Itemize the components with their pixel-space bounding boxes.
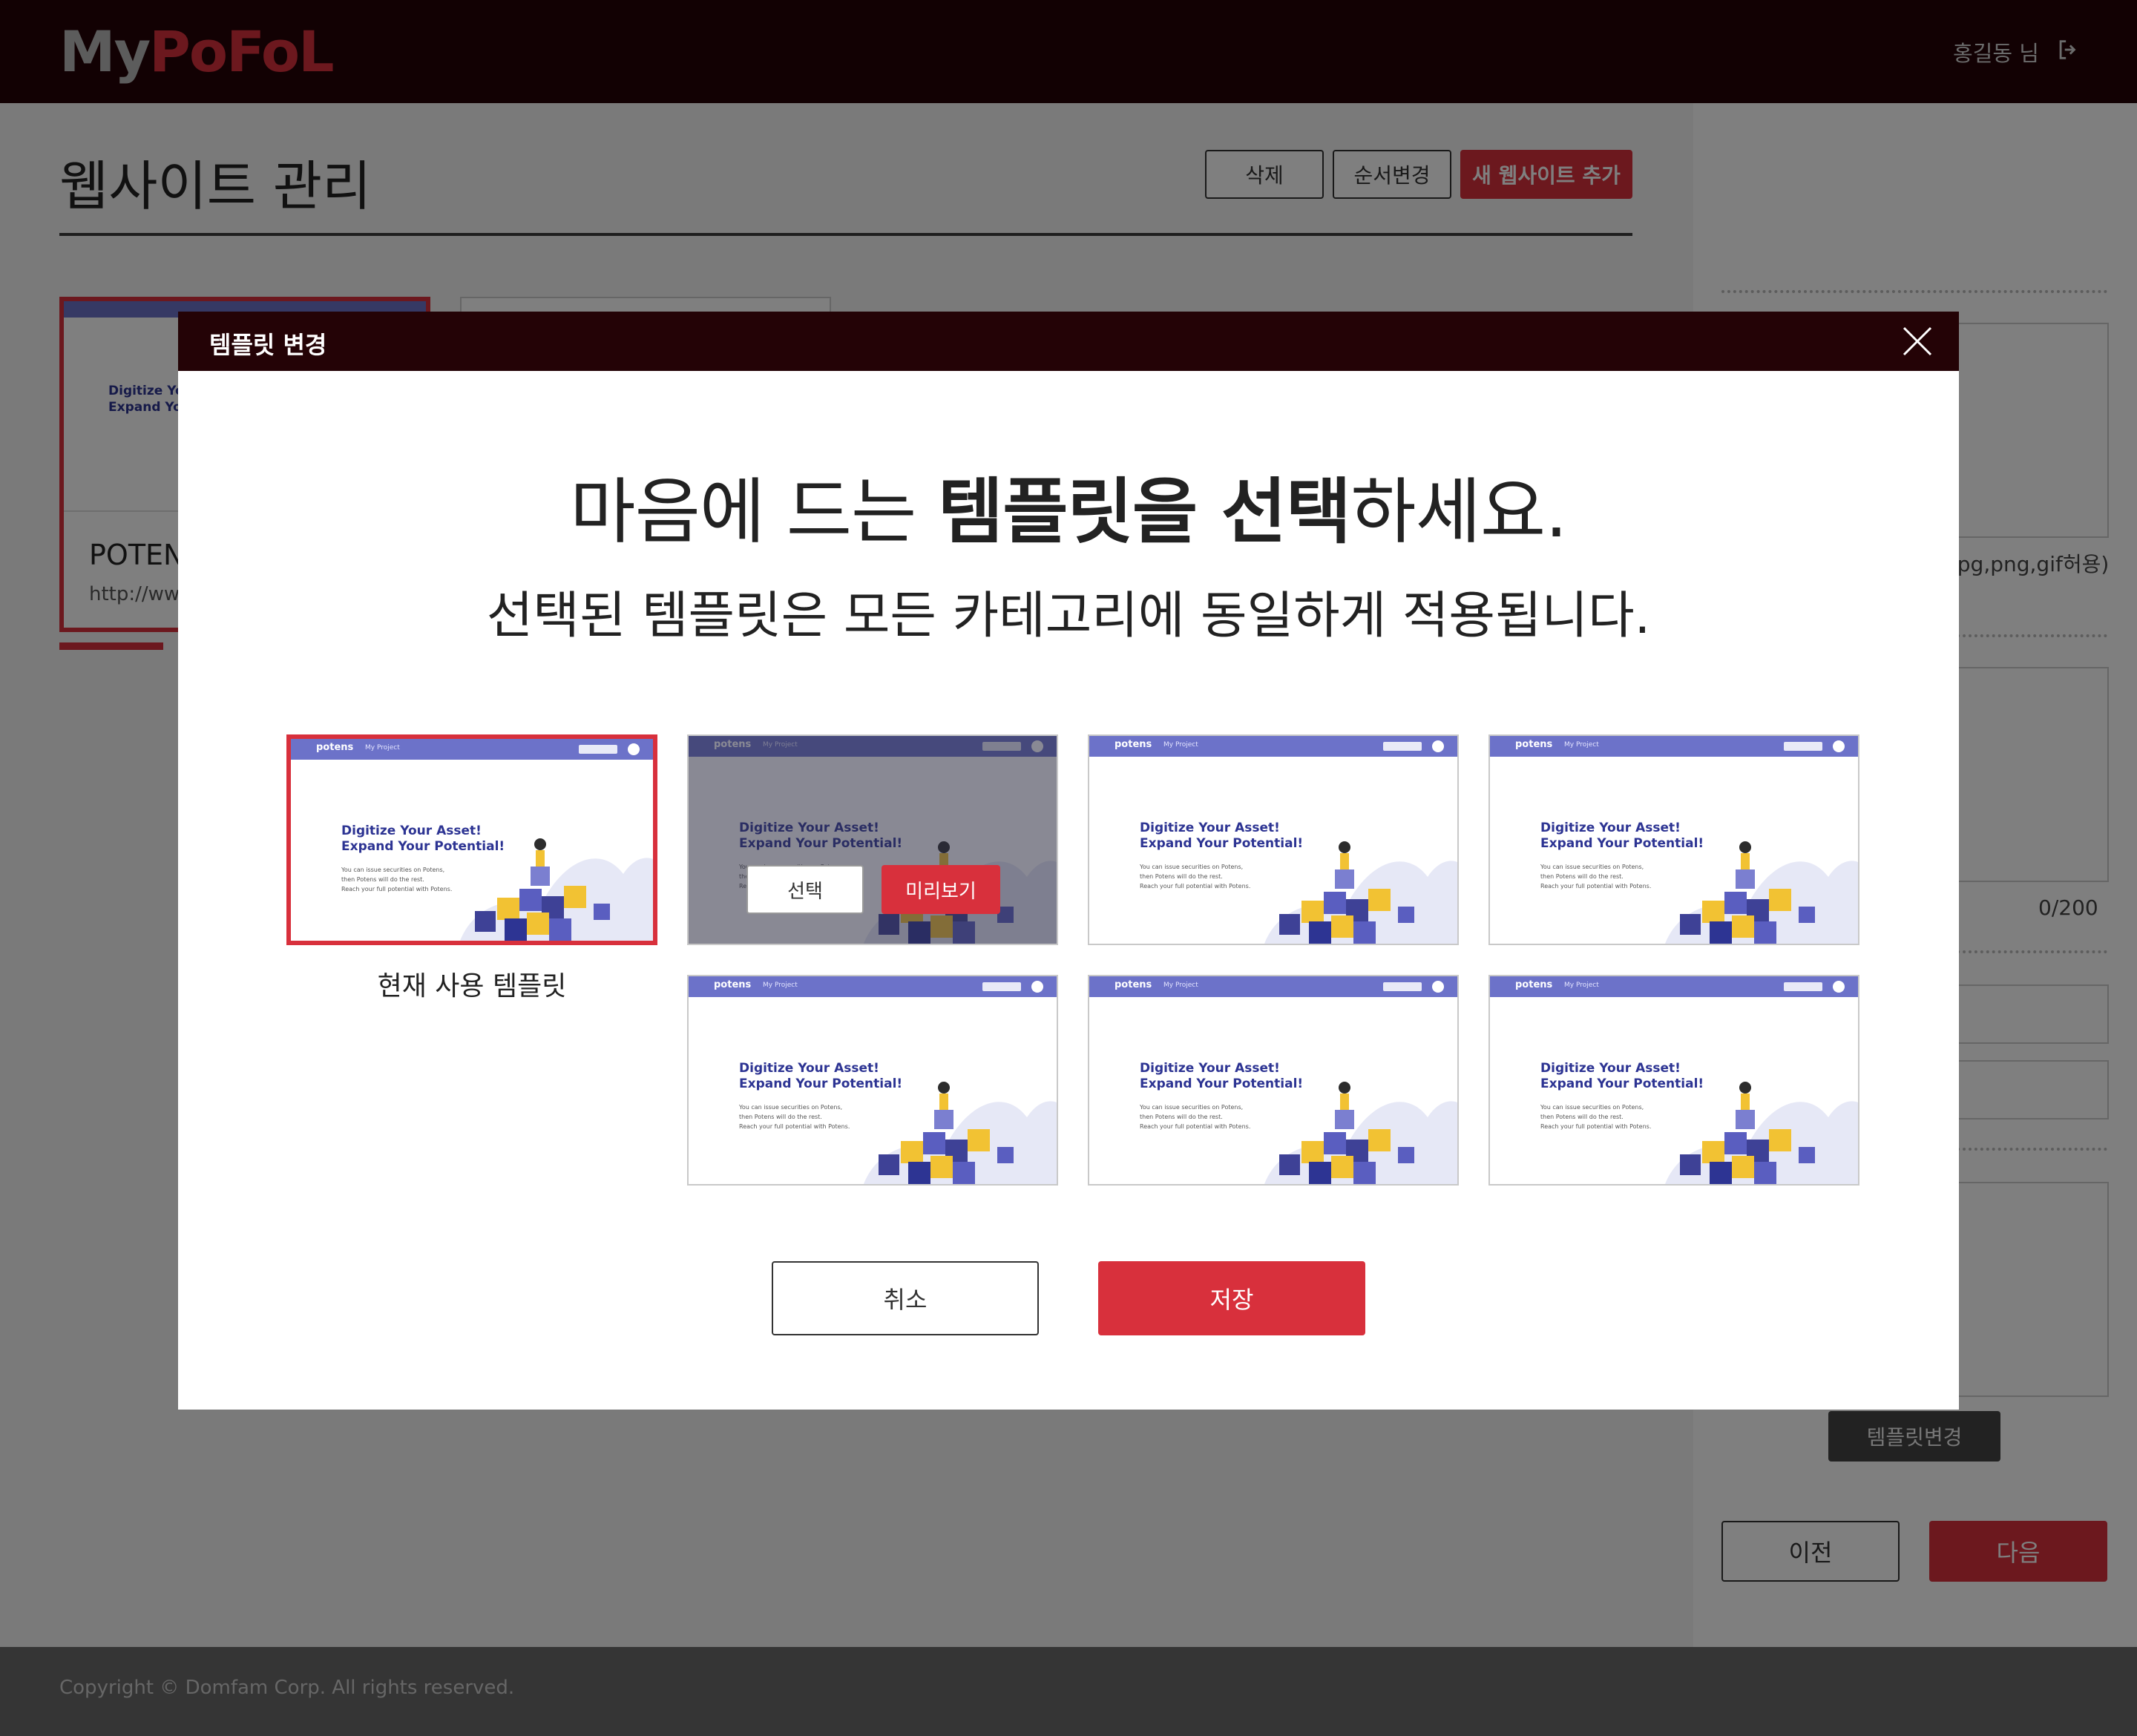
template-brand: potens [316, 742, 354, 753]
template-brand: potens [1515, 739, 1553, 750]
template-brand: potens [1115, 979, 1152, 990]
template-thumbnail[interactable]: potensMy ProjectDigitize Your Asset!Expa… [1088, 975, 1459, 1186]
close-icon[interactable] [1901, 325, 1934, 358]
preview-button[interactable]: 미리보기 [882, 865, 1000, 914]
template-project: My Project [763, 982, 798, 989]
puzzle-illustration [1264, 1082, 1457, 1184]
template-avatar-icon [1031, 981, 1043, 993]
template-avatar-icon [1432, 981, 1444, 993]
puzzle-illustration [1665, 1082, 1858, 1184]
template-nav-button [982, 982, 1021, 991]
puzzle-illustration [1665, 841, 1858, 944]
template-brand: potens [714, 979, 752, 990]
puzzle-illustration [1264, 841, 1457, 944]
template-project: My Project [1163, 982, 1198, 989]
template-project: My Project [1163, 741, 1198, 749]
template-body: You can issue securities on Potens,then … [1540, 1104, 1652, 1130]
template-thumbnail[interactable]: potensMy ProjectDigitize Your Asset!Expa… [1088, 734, 1459, 945]
template-thumbnail[interactable]: potensMy ProjectDigitize Your Asset!Expa… [1488, 975, 1859, 1186]
template-body: You can issue securities on Potens,then … [1540, 864, 1652, 890]
template-avatar-icon [1833, 981, 1845, 993]
template-project: My Project [1564, 982, 1599, 989]
template-body: You can issue securities on Potens,then … [1140, 1104, 1251, 1130]
template-avatar-icon [1833, 740, 1845, 752]
template-body: You can issue securities on Potens,then … [1140, 864, 1251, 890]
template-thumbnail[interactable]: potensMy ProjectDigitize Your Asset!Expa… [687, 734, 1058, 945]
template-nav-button [1784, 982, 1822, 991]
modal-title: 템플릿 변경 [209, 331, 327, 359]
template-project: My Project [365, 744, 400, 752]
template-nav-button [579, 745, 617, 754]
current-template-label: 현재 사용 템플릿 [377, 971, 567, 1002]
template-nav-button [1383, 742, 1422, 751]
template-brand: potens [1515, 979, 1553, 990]
hover-overlay [689, 736, 1057, 944]
template-thumbnail[interactable]: potensMy ProjectDigitize Your Asset!Expa… [1488, 734, 1859, 945]
template-nav-button [1383, 982, 1422, 991]
puzzle-illustration [460, 838, 653, 941]
template-thumbnail[interactable]: potensMy ProjectDigitize Your Asset!Expa… [687, 975, 1058, 1186]
modal-headline: 마음에 드는 템플릿을 선택하세요. [570, 470, 1567, 553]
save-button[interactable]: 저장 [1098, 1261, 1365, 1335]
template-thumbnail[interactable]: potensMy ProjectDigitize Your Asset!Expa… [286, 734, 657, 945]
template-avatar-icon [1432, 740, 1444, 752]
template-nav-button [1784, 742, 1822, 751]
select-button[interactable]: 선택 [746, 865, 864, 914]
template-avatar-icon [628, 743, 640, 755]
modal-subline: 선택된 템플릿은 모든 카테고리에 동일하게 적용됩니다. [486, 587, 1651, 645]
template-body: You can issue securities on Potens,then … [739, 1104, 850, 1130]
puzzle-illustration [864, 1082, 1057, 1184]
cancel-button[interactable]: 취소 [772, 1261, 1039, 1335]
template-change-modal: 템플릿 변경 마음에 드는 템플릿을 선택하세요. 선택된 템플릿은 모든 카테… [178, 312, 1959, 1410]
template-project: My Project [1564, 741, 1599, 749]
modal-header: 템플릿 변경 [178, 312, 1959, 371]
template-brand: potens [1115, 739, 1152, 750]
